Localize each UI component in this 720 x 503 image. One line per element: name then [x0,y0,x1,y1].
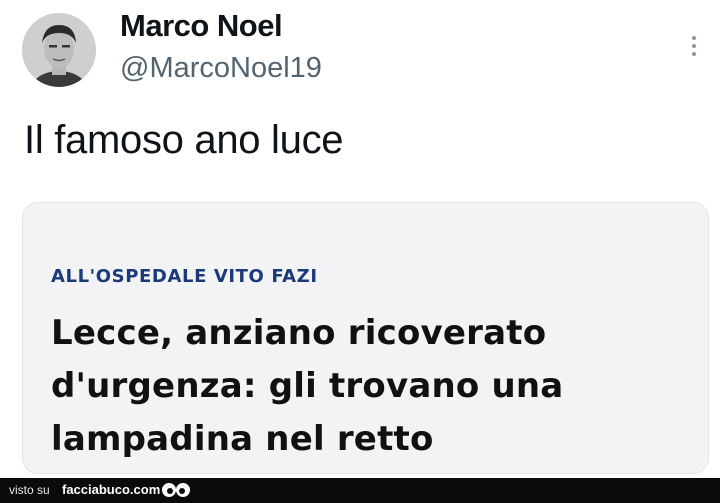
card-headline: Lecce, anziano ricoverato d'urgenza: gli… [51,307,681,466]
site-name[interactable]: facciabuco.com [62,482,160,497]
profile-photo [22,13,96,87]
headline-line: Lecce, anziano ricoverato [51,313,547,353]
watermark-bar: visto su facciabuco.com [0,478,720,503]
headline-line: lampadina nel retto [51,419,434,459]
eyes-icon [162,483,190,497]
user-handle[interactable]: @MarcoNoel19 [120,52,322,85]
link-card[interactable]: ALL'OSPEDALE VITO FAZI Lecce, anziano ri… [22,202,709,474]
tweet: Marco Noel @MarcoNoel19 Il famoso ano lu… [0,0,720,478]
headline-line: d'urgenza: gli trovano una [51,366,564,406]
more-vertical-icon[interactable] [682,30,706,62]
visto-su-label: visto su [9,483,50,497]
display-name[interactable]: Marco Noel [120,8,283,44]
avatar[interactable] [22,13,96,87]
card-kicker: ALL'OSPEDALE VITO FAZI [51,266,318,287]
tweet-text: Il famoso ano luce [24,118,344,162]
